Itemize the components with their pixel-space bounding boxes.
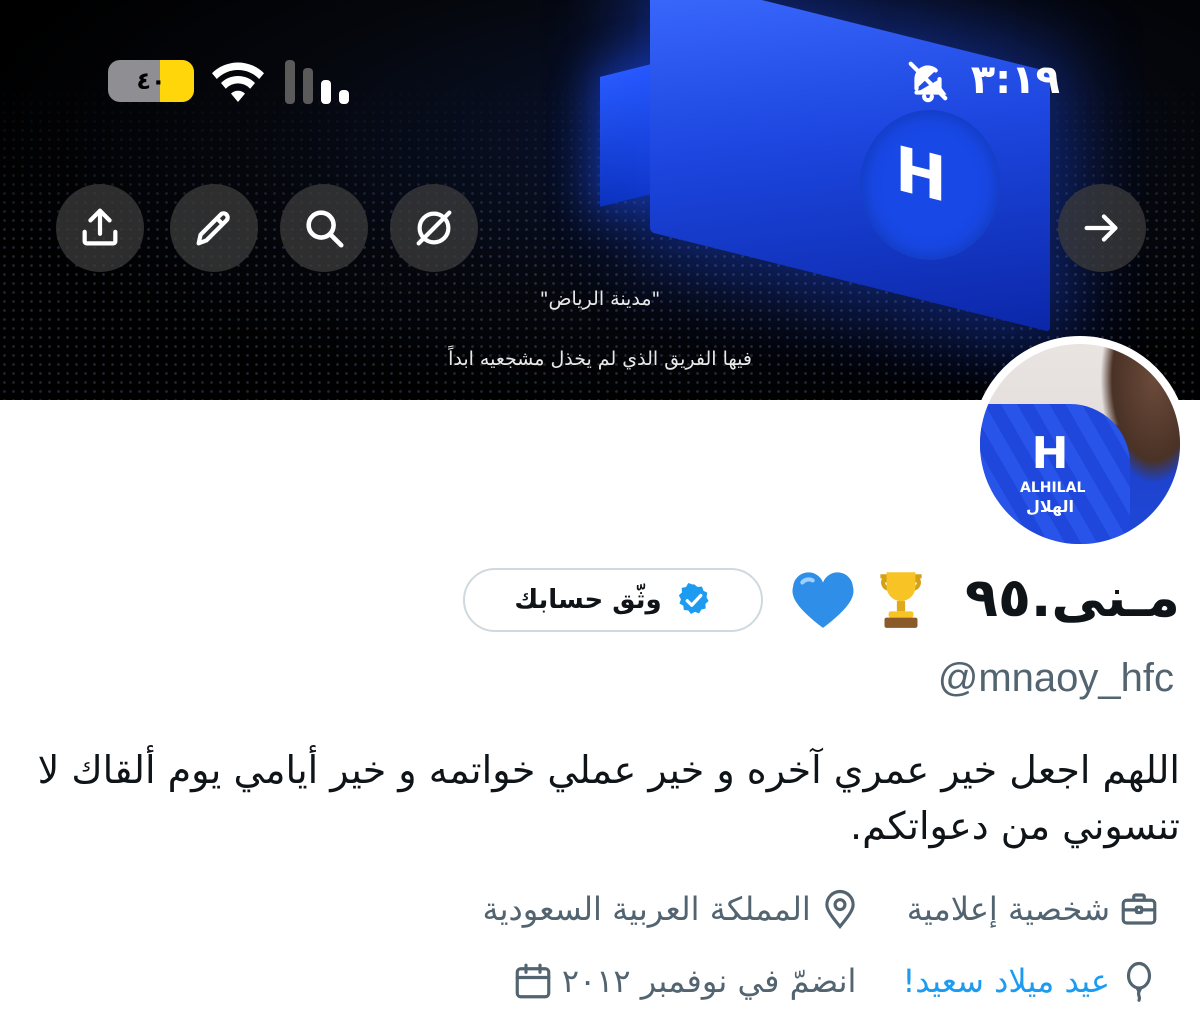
briefcase-icon [1121,893,1157,925]
club-crest-icon: H [1031,428,1069,479]
location-pin-icon [825,889,855,929]
battery-percent: ٤٠ [136,67,166,95]
avatar-club-name-ar: الهلال [1025,497,1075,516]
verify-account-label: وثّق حسابك [514,585,662,615]
search-button[interactable] [280,184,368,272]
profile-meta-row-2: عيد ميلاد سعيد! انضمّ في نوفمبر ٢٠١٢ [512,956,1160,1006]
balloon-icon [1126,961,1152,1002]
pencil-icon [196,211,230,246]
battery-icon: ٤٠ [108,60,194,102]
wifi-icon [212,62,264,102]
circle-slash-icon [416,210,452,246]
username-handle: @mnaoy_hfc [937,656,1174,700]
profile-location: المملكة العربية السعودية [482,888,860,930]
bell-slash-icon [908,61,948,103]
avatar-photo: H ALHILAL الهلال [980,344,1180,544]
search-icon [306,210,344,248]
profile-category-text: شخصية إعلامية [906,890,1110,928]
back-button[interactable] [1058,184,1146,272]
banner-caption-text: فيها الفريق الذي لم يخذل مشجعيه ابداً [448,348,752,370]
profile-location-text: المملكة العربية السعودية [482,890,811,928]
edit-button[interactable] [170,184,258,272]
profile-category: شخصية إعلامية [907,888,1160,930]
status-time: ٣:١٩ [970,57,1060,103]
trophy-icon [880,572,922,628]
profile-bio: اللهم اجعل خير عمري آخره و خير عملي خوات… [37,748,1180,848]
verify-account-button[interactable]: وثّق حسابك [463,568,763,632]
club-crest: H ALHILAL الهلال [1020,428,1086,539]
grok-button[interactable] [390,184,478,272]
profile-joined: انضمّ في نوفمبر ٢٠١٢ [512,960,857,1002]
profile-joined-text: انضمّ في نوفمبر ٢٠١٢ [561,962,857,1000]
arrow-icon [1084,214,1118,242]
banner-caption-title: "مدينة الرياض" [539,288,661,310]
display-name: مـنى.٩٥ [964,566,1180,629]
avatar[interactable]: H ALHILAL الهلال [972,336,1188,552]
share-icon [82,208,118,246]
blue-heart-icon [792,572,854,628]
stadium-screen-side [600,63,655,207]
club-logo-icon: H [895,131,947,218]
verified-badge-icon [678,583,709,614]
birthday-link[interactable]: عيد ميلاد سعيد! [902,962,1110,1000]
cellular-signal-icon [285,60,349,104]
share-button[interactable] [56,184,144,272]
profile-birthday[interactable]: عيد ميلاد سعيد! [902,960,1160,1002]
profile-meta-row-1: شخصية إعلامية المملكة العربية السعودية [482,884,1160,934]
avatar-club-name-en: ALHILAL [1020,480,1086,496]
calendar-icon [515,963,551,999]
